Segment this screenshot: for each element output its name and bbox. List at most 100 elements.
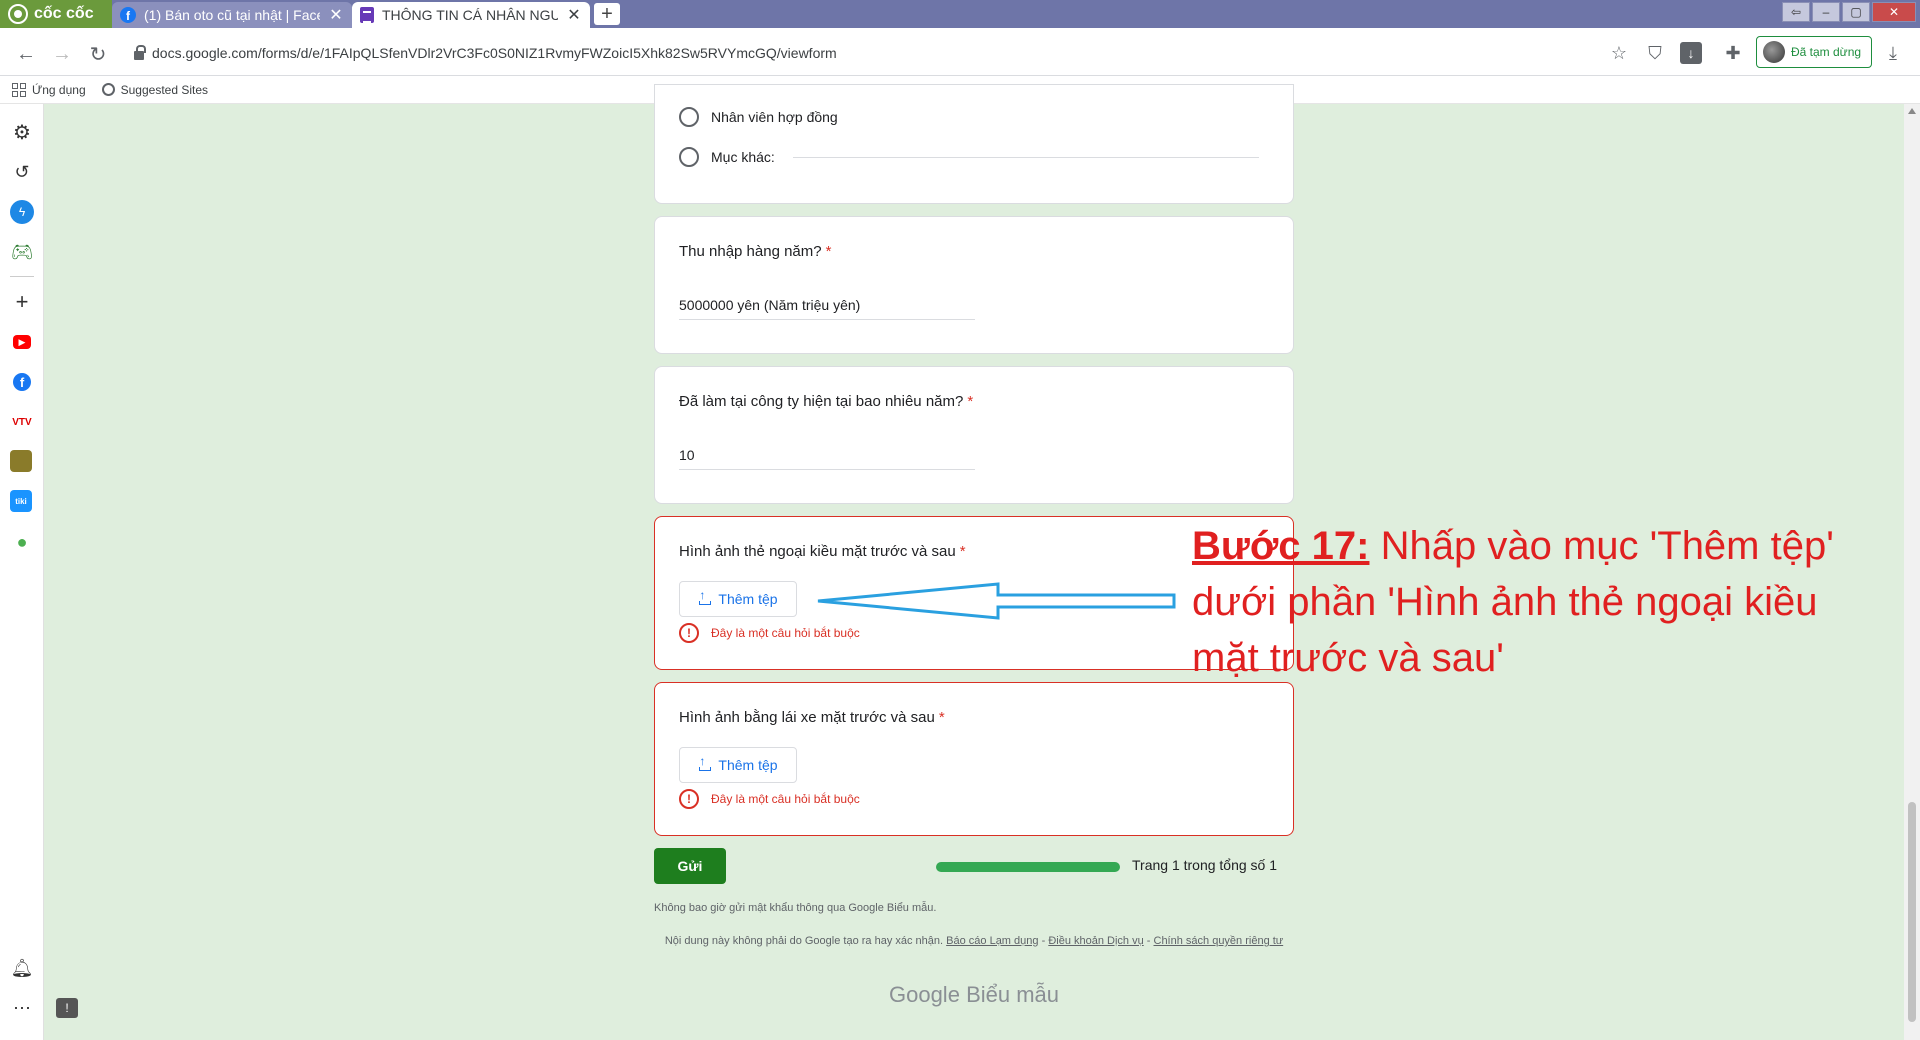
close-window-button[interactable]: ✕ (1872, 2, 1916, 22)
more-menu-icon[interactable]: ⋯ (10, 996, 34, 1020)
brand-name: cốc cốc (34, 5, 94, 22)
downloads-icon[interactable]: ⤓ (1882, 42, 1904, 64)
disclaimer-text: Nội dung này không phải do Google tạo ra… (664, 935, 944, 947)
history-icon[interactable]: ↺ (10, 160, 34, 184)
add-file-button-driver-license[interactable]: Thêm tệp (679, 747, 797, 783)
tutorial-annotation: Bước 17: Nhấp vào mục 'Thêm tệp' dưới ph… (1192, 518, 1892, 686)
error-text: Đây là một câu hỏi bắt buộc (711, 626, 860, 640)
error-icon: ! (679, 623, 699, 643)
radio-button[interactable] (679, 107, 699, 127)
tab-google-form[interactable]: THÔNG TIN CÁ NHÂN NGƯỜ ✕ (352, 2, 590, 28)
download-icon[interactable]: ↓ (1680, 42, 1702, 64)
new-tab-button[interactable]: + (594, 3, 620, 25)
vtv-icon[interactable]: VTV (10, 410, 34, 434)
progress-bar (936, 862, 1120, 872)
window-controls: ⇦ – ▢ ✕ (1782, 0, 1920, 24)
question-text: Thu nhập hàng năm? (679, 243, 822, 260)
separator: - (1041, 935, 1046, 947)
tiki-icon[interactable]: tiki (10, 490, 32, 512)
error-text: Đây là một câu hỏi bắt buộc (711, 792, 860, 806)
question-title: Hình ảnh thẻ ngoại kiều mặt trước và sau… (679, 543, 966, 560)
submit-button[interactable]: Gửi (654, 848, 726, 884)
shield-icon[interactable]: ⛉ (1644, 42, 1666, 64)
required-asterisk: * (967, 393, 974, 410)
scroll-thumb[interactable] (1908, 802, 1916, 1022)
bookmark-suggested-sites[interactable]: Suggested Sites (101, 82, 209, 97)
forward-icon[interactable]: → (48, 40, 76, 68)
reload-icon[interactable]: ↻ (84, 40, 112, 68)
google-forms-logo[interactable]: Google Biểu mẫu (654, 982, 1294, 1008)
bookmark-label: Suggested Sites (120, 82, 209, 97)
page-indicator: Trang 1 trong tổng số 1 (1132, 857, 1278, 873)
back-icon[interactable]: ← (12, 40, 40, 68)
tab-title: THÔNG TIN CÁ NHÂN NGƯỜ (382, 7, 558, 23)
star-icon[interactable]: ☆ (1608, 42, 1630, 64)
scroll-up-arrow-icon[interactable] (1908, 108, 1916, 114)
annotation-arrow (817, 582, 1176, 620)
privacy-policy-link[interactable]: Chính sách quyền riêng tư (1154, 935, 1284, 947)
years-answer-field[interactable]: 10 (679, 447, 975, 470)
question-card-driver-license: Hình ảnh bằng lái xe mặt trước và sau* T… (654, 682, 1294, 836)
option-other[interactable]: Mục khác: (679, 147, 1259, 167)
game-thumbnail-icon[interactable] (10, 450, 32, 472)
back-arrow-icon[interactable]: ⇦ (1782, 2, 1810, 22)
employment-type-card: Nhân viên hợp đồng Mục khác: (654, 84, 1294, 204)
extensions-icon[interactable]: ✚ (1722, 42, 1744, 64)
question-title: Thu nhập hàng năm? * (679, 243, 831, 260)
required-asterisk: * (959, 543, 966, 560)
coccoc-map-icon[interactable]: ● (10, 530, 34, 554)
radio-button[interactable] (679, 147, 699, 167)
minimize-button[interactable]: – (1812, 2, 1840, 22)
page-scrollbar[interactable] (1904, 104, 1920, 1040)
upload-icon (698, 588, 712, 605)
notification-bell-icon[interactable]: 🔔︎ (10, 956, 34, 980)
question-title: Hình ảnh bằng lái xe mặt trước và sau * (679, 709, 945, 726)
option-label: Nhân viên hợp đồng (711, 109, 838, 125)
url-text: docs.google.com/forms/d/e/1FAIpQLSfenVDl… (152, 45, 837, 61)
close-tab-icon[interactable]: ✕ (328, 5, 344, 25)
error-icon: ! (679, 789, 699, 809)
report-abuse-link[interactable]: Báo cáo Lạm dụng (946, 935, 1038, 947)
avatar (1763, 41, 1785, 63)
add-file-button-residence-card[interactable]: Thêm tệp (679, 581, 797, 617)
income-answer-field[interactable]: 5000000 yên (Năm triệu yên) (679, 297, 975, 320)
other-text-field[interactable] (792, 156, 1259, 158)
coccoc-menu-button[interactable]: cốc cốc (0, 0, 112, 28)
game-controller-icon[interactable]: 🎮︎ (10, 240, 34, 264)
paused-label: Đã tạm dừng (1791, 45, 1862, 59)
option-contract-employee[interactable]: Nhân viên hợp đồng (679, 107, 838, 127)
close-tab-icon[interactable]: ✕ (566, 5, 582, 25)
terms-of-service-link[interactable]: Điều khoản Dịch vụ (1048, 935, 1143, 947)
sidebar-divider (10, 276, 34, 277)
add-icon[interactable]: + (10, 289, 34, 314)
question-card-years: Đã làm tại công ty hiện tại bao nhiêu nă… (654, 366, 1294, 504)
address-bar[interactable]: docs.google.com/forms/d/e/1FAIpQLSfenVDl… (134, 42, 837, 64)
logo-google: Google (888, 982, 960, 1007)
facebook-icon: f (120, 7, 136, 23)
tab-facebook[interactable]: f (1) Bán oto cũ tại nhật | Faceb ✕ (112, 2, 352, 28)
left-sidebar: ⚙ ↺ ϟ 🎮︎ + ▶ f VTV tiki ● 🔔︎ ⋯ (0, 104, 44, 1040)
profile-paused-button[interactable]: Đã tạm dừng (1756, 36, 1872, 68)
question-card-income: Thu nhập hàng năm? * 5000000 yên (Năm tri… (654, 216, 1294, 354)
logo-forms: Biểu mẫu (966, 982, 1060, 1007)
feedback-icon[interactable]: ! (56, 998, 78, 1018)
youtube-icon[interactable]: ▶ (13, 335, 31, 349)
google-forms-icon (360, 7, 374, 23)
tab-strip: cốc cốc f (1) Bán oto cũ tại nhật | Face… (0, 0, 1920, 28)
no-password-notice: Không bao giờ gửi mật khẩu thông qua Goo… (654, 902, 937, 914)
upload-icon (698, 754, 712, 771)
maximize-button[interactable]: ▢ (1842, 2, 1870, 22)
facebook-icon[interactable]: f (13, 373, 31, 391)
required-asterisk: * (825, 243, 832, 260)
question-text: Hình ảnh bằng lái xe mặt trước và sau (679, 709, 935, 726)
disclaimer: Nội dung này không phải do Google tạo ra… (654, 934, 1294, 948)
required-error: ! Đây là một câu hỏi bắt buộc (679, 623, 860, 643)
settings-gear-icon[interactable]: ⚙ (10, 120, 34, 144)
question-text: Hình ảnh thẻ ngoại kiều mặt trước và sau (679, 543, 956, 560)
question-text: Đã làm tại công ty hiện tại bao nhiêu nă… (679, 393, 964, 410)
bookmark-apps[interactable]: Ứng dụng (12, 82, 86, 97)
option-label: Mục khác: (711, 149, 775, 165)
globe-icon (101, 83, 115, 96)
lock-icon (134, 44, 146, 60)
messenger-icon[interactable]: ϟ (10, 200, 34, 224)
